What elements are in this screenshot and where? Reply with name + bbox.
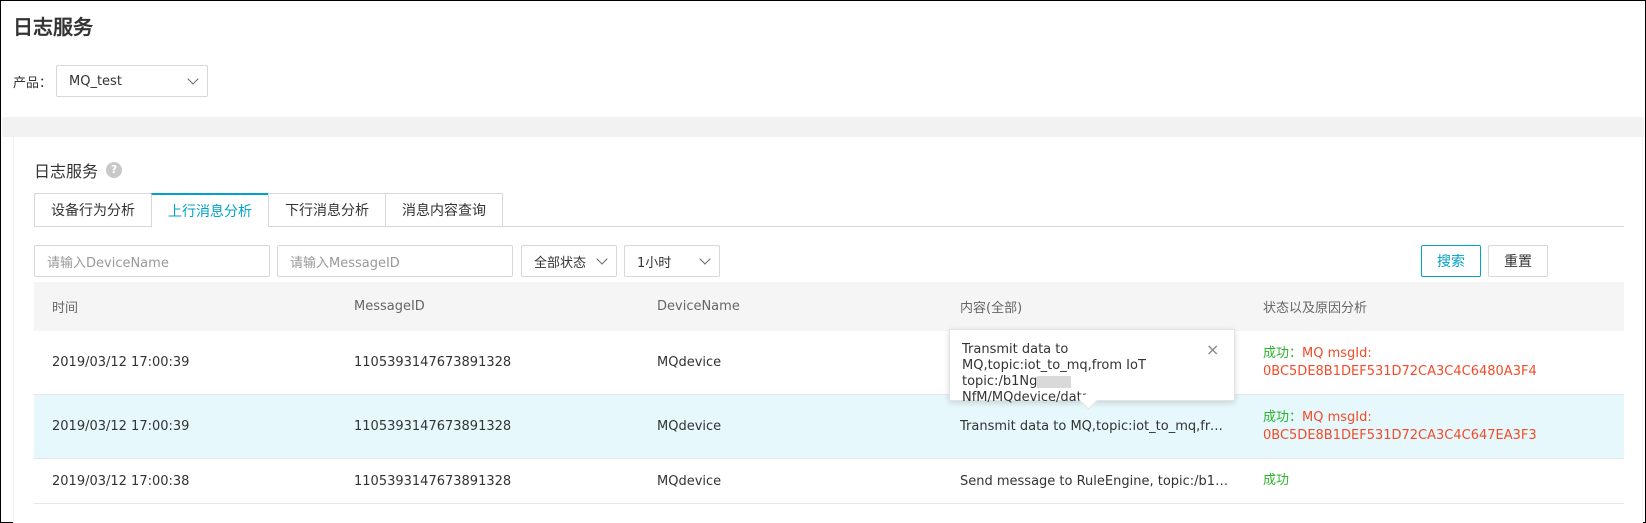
product-select-value: MQ_test	[69, 73, 122, 89]
cell-status: 成功：MQ msgId: 0BC5DE8B1DEF531D72CA3C4C647…	[1263, 409, 1537, 445]
cell-status: 成功：MQ msgId: 0BC5DE8B1DEF531D72CA3C4C648…	[1263, 345, 1537, 381]
panel-title: 日志服务 ?	[34, 158, 123, 182]
table-header: 时间 MessageID DeviceName 内容(全部) 状态以及原因分析	[34, 282, 1624, 331]
cell-device-name: MQdevice	[657, 419, 722, 434]
tooltip-line-1: Transmit data to	[962, 342, 1069, 357]
cell-time: 2019/03/12 17:00:39	[52, 419, 190, 434]
device-name-input[interactable]: 请输入DeviceName	[34, 245, 270, 277]
header-time: 时间	[52, 301, 79, 316]
chevron-down-icon	[596, 253, 608, 265]
cell-message-id: 1105393147673891328	[354, 419, 512, 434]
table-row[interactable]: 2019/03/12 17:00:39 1105393147673891328 …	[34, 331, 1624, 395]
tab-downstream-messages[interactable]: 下行消息分析	[268, 193, 385, 227]
cell-content[interactable]: Send message to RuleEngine, topic:/b1Ng.…	[960, 474, 1230, 489]
chevron-down-icon	[187, 73, 199, 85]
status-select-value: 全部状态	[534, 255, 587, 271]
tooltip-topic-prefix: topic:/b1Ng	[962, 374, 1038, 389]
tooltip-line-2: MQ,topic:iot_to_mq,from IoT	[962, 358, 1146, 373]
tab-device-behavior[interactable]: 设备行为分析	[34, 193, 151, 227]
tab-message-content-query[interactable]: 消息内容查询	[385, 193, 503, 227]
header-content[interactable]: 内容(全部)	[960, 297, 1230, 316]
product-select[interactable]: MQ_test	[56, 65, 209, 97]
header-message-id: MessageID	[354, 299, 425, 314]
table-row[interactable]: 2019/03/12 17:00:38 1105393147673891328 …	[34, 459, 1624, 504]
header-device-name: DeviceName	[657, 299, 740, 314]
status-success: 成功：	[1263, 409, 1303, 425]
product-selector-row: 产品： MQ_test	[13, 65, 209, 97]
section-divider	[2, 117, 1644, 137]
reset-button[interactable]: 重置	[1488, 245, 1548, 277]
panel-title-text: 日志服务	[34, 162, 99, 181]
filter-bar: 请输入DeviceName 请输入MessageID 全部状态 1小时 搜索 重…	[34, 245, 1624, 277]
tooltip-topic-suffix: NfM/MQdevice/data	[962, 390, 1090, 405]
cell-device-name: MQdevice	[657, 473, 722, 489]
status-detail: MQ msgId:	[1302, 409, 1372, 425]
table-row[interactable]: 2019/03/12 17:00:39 1105393147673891328 …	[34, 395, 1624, 459]
status-msg-id: 0BC5DE8B1DEF531D72CA3C4C6480A3F4	[1263, 363, 1537, 379]
status-detail: MQ msgId:	[1302, 345, 1372, 361]
cell-message-id: 1105393147673891328	[354, 355, 512, 370]
help-icon[interactable]: ?	[106, 162, 123, 178]
cell-content[interactable]: Transmit data to MQ,topic:iot_to_mq,from…	[960, 419, 1230, 434]
message-id-input[interactable]: 请输入MessageID	[277, 245, 513, 277]
tab-upstream-messages[interactable]: 上行消息分析	[151, 193, 268, 228]
cell-time: 2019/03/12 17:00:38	[52, 473, 190, 489]
status-success: 成功	[1263, 473, 1290, 488]
tab-bar: 设备行为分析 上行消息分析 下行消息分析 消息内容查询	[34, 193, 1624, 228]
close-icon[interactable]: ×	[1206, 342, 1219, 358]
status-success: 成功：	[1263, 345, 1303, 361]
content-tooltip: Transmit data to MQ,topic:iot_to_mq,from…	[949, 329, 1235, 405]
message-table: 时间 MessageID DeviceName 内容(全部) 状态以及原因分析 …	[34, 282, 1624, 504]
cell-time: 2019/03/12 17:00:39	[52, 355, 190, 370]
status-select[interactable]: 全部状态	[521, 245, 617, 277]
header-status: 状态以及原因分析	[1263, 301, 1368, 316]
cell-status: 成功	[1263, 472, 1289, 490]
redacted-block	[1037, 375, 1072, 388]
search-button[interactable]: 搜索	[1421, 245, 1481, 277]
cell-device-name: MQdevice	[657, 355, 722, 370]
cell-message-id: 1105393147673891328	[354, 473, 512, 489]
page-title: 日志服务	[13, 15, 93, 39]
product-label: 产品：	[13, 75, 53, 91]
tooltip-line-3: topic:/b1NgNfM/MQdevice/data	[962, 374, 1194, 406]
time-range-select[interactable]: 1小时	[624, 245, 720, 277]
log-service-panel: 日志服务 ? 设备行为分析 上行消息分析 下行消息分析 消息内容查询 请输入De…	[13, 137, 1643, 523]
status-msg-id: 0BC5DE8B1DEF531D72CA3C4C647EA3F3	[1263, 427, 1537, 443]
chevron-down-icon	[699, 253, 711, 265]
time-range-select-value: 1小时	[637, 255, 672, 271]
